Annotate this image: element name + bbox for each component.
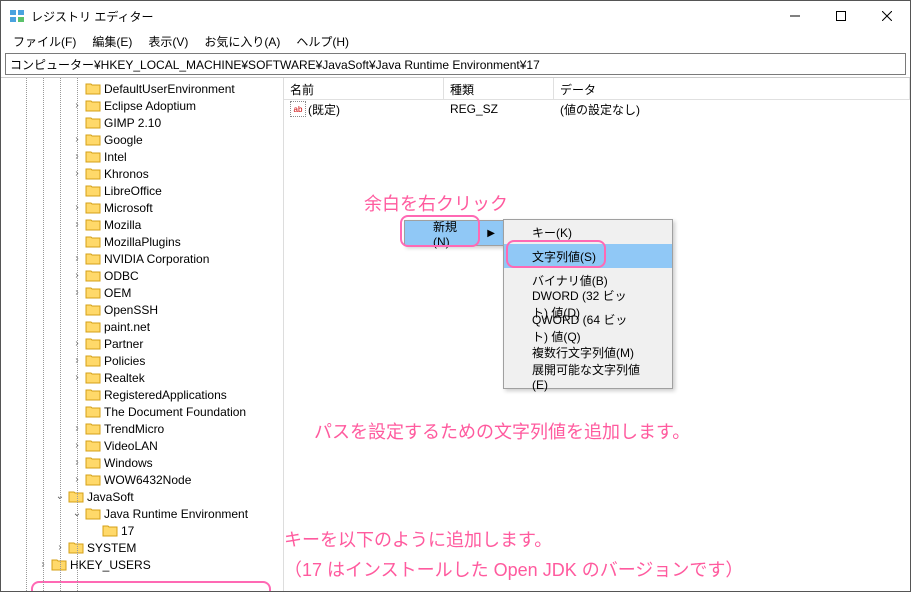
tree-label: DefaultUserEnvironment xyxy=(104,82,235,96)
folder-icon xyxy=(85,456,101,470)
folder-icon xyxy=(85,133,101,147)
folder-icon xyxy=(85,286,101,300)
col-data[interactable]: データ xyxy=(554,78,910,99)
folder-icon xyxy=(85,201,101,215)
titlebar: レジストリ エディター xyxy=(1,1,910,31)
folder-icon xyxy=(102,524,118,538)
ctx-qword[interactable]: QWORD (64 ビット) 値(Q) xyxy=(504,316,672,340)
folder-icon xyxy=(85,252,101,266)
annotation-selection-box xyxy=(31,581,271,591)
list-pane[interactable]: 名前 種類 データ ab (既定) REG_SZ (値の設定なし) 新規(N) … xyxy=(284,78,910,591)
address-bar[interactable]: コンピューター¥HKEY_LOCAL_MACHINE¥SOFTWARE¥Java… xyxy=(5,53,906,75)
close-button[interactable] xyxy=(864,1,910,31)
tree-label: HKEY_USERS xyxy=(70,558,151,572)
tree-label: Eclipse Adoptium xyxy=(104,99,196,113)
folder-icon xyxy=(85,320,101,334)
ctx-new-label: 新規(N) xyxy=(433,218,473,249)
tree-label: ODBC xyxy=(104,269,139,283)
annotation-text-4: （17 はインストールした Open JDK のバージョンです） xyxy=(284,556,743,582)
folder-icon xyxy=(85,218,101,232)
minimize-button[interactable] xyxy=(772,1,818,31)
tree-label: MozillaPlugins xyxy=(104,235,181,249)
folder-icon xyxy=(85,388,101,402)
ctx-key[interactable]: キー(K) xyxy=(504,220,672,244)
submenu-new[interactable]: キー(K) 文字列値(S) バイナリ値(B) DWORD (32 ビット) 値(… xyxy=(503,219,673,389)
tree-label: WOW6432Node xyxy=(104,473,191,487)
tree-label: 17 xyxy=(121,524,134,538)
app-icon xyxy=(9,8,25,24)
tree-label: OEM xyxy=(104,286,131,300)
folder-icon xyxy=(85,371,101,385)
folder-icon xyxy=(85,269,101,283)
col-name[interactable]: 名前 xyxy=(284,78,444,99)
tree-label: paint.net xyxy=(104,320,150,334)
annotation-text-2: パスを設定するための文字列値を追加します。 xyxy=(314,418,690,444)
annotation-text-3: キーを以下のように追加します。 xyxy=(284,526,552,552)
menu-file[interactable]: ファイル(F) xyxy=(5,31,84,52)
tree-label: JavaSoft xyxy=(87,490,134,504)
tree-label: Java Runtime Environment xyxy=(104,507,248,521)
tree-label: The Document Foundation xyxy=(104,405,246,419)
maximize-button[interactable] xyxy=(818,1,864,31)
value-name: (既定) xyxy=(308,101,340,118)
folder-icon xyxy=(85,184,101,198)
tree-label: LibreOffice xyxy=(104,184,162,198)
folder-icon xyxy=(85,473,101,487)
folder-icon xyxy=(85,99,101,113)
chevron-right-icon: ▶ xyxy=(487,228,495,239)
folder-icon xyxy=(85,405,101,419)
folder-icon xyxy=(85,116,101,130)
folder-icon xyxy=(68,490,84,504)
value-type: REG_SZ xyxy=(444,101,554,117)
window-title: レジストリ エディター xyxy=(31,8,772,25)
menu-help[interactable]: ヘルプ(H) xyxy=(288,31,357,52)
tree-label: SYSTEM xyxy=(87,541,136,555)
folder-icon xyxy=(68,541,84,555)
menu-favorites[interactable]: お気に入り(A) xyxy=(196,31,288,52)
menubar: ファイル(F) 編集(E) 表示(V) お気に入り(A) ヘルプ(H) xyxy=(1,31,910,51)
tree-label: Realtek xyxy=(104,371,145,385)
tree-label: OpenSSH xyxy=(104,303,158,317)
tree-label: Policies xyxy=(104,354,145,368)
tree-pane[interactable]: DefaultUserEnvironment›Eclipse AdoptiumG… xyxy=(1,78,284,591)
tree-label: Mozilla xyxy=(104,218,141,232)
folder-icon xyxy=(85,303,101,317)
folder-icon xyxy=(85,422,101,436)
folder-icon xyxy=(85,167,101,181)
ctx-expand[interactable]: 展開可能な文字列値(E) xyxy=(504,364,672,388)
tree-label: VideoLAN xyxy=(104,439,158,453)
folder-icon xyxy=(85,507,101,521)
ctx-string[interactable]: 文字列値(S) xyxy=(504,244,672,268)
list-header: 名前 種類 データ xyxy=(284,78,910,100)
tree-label: GIMP 2.10 xyxy=(104,116,161,130)
tree-label: Khronos xyxy=(104,167,149,181)
context-menu[interactable]: 新規(N) ▶ キー(K) 文字列値(S) バイナリ値(B) DWORD (32… xyxy=(404,220,504,246)
folder-icon xyxy=(85,354,101,368)
list-row[interactable]: ab (既定) REG_SZ (値の設定なし) xyxy=(284,100,910,118)
tree-label: Partner xyxy=(104,337,143,351)
string-value-icon: ab xyxy=(290,101,306,117)
col-type[interactable]: 種類 xyxy=(444,78,554,99)
folder-icon xyxy=(85,235,101,249)
menu-view[interactable]: 表示(V) xyxy=(140,31,196,52)
tree-label: Intel xyxy=(104,150,127,164)
tree-label: Microsoft xyxy=(104,201,153,215)
folder-icon xyxy=(85,337,101,351)
folder-icon xyxy=(85,82,101,96)
tree-label: Google xyxy=(104,133,143,147)
tree-label: TrendMicro xyxy=(104,422,164,436)
folder-icon xyxy=(85,150,101,164)
tree-label: NVIDIA Corporation xyxy=(104,252,209,266)
folder-icon xyxy=(51,558,67,572)
tree-label: Windows xyxy=(104,456,153,470)
menu-edit[interactable]: 編集(E) xyxy=(84,31,140,52)
annotation-text-1: 余白を右クリック xyxy=(364,190,508,216)
ctx-new[interactable]: 新規(N) ▶ xyxy=(405,221,503,245)
value-data: (値の設定なし) xyxy=(554,100,646,119)
tree-label: RegisteredApplications xyxy=(104,388,227,402)
folder-icon xyxy=(85,439,101,453)
